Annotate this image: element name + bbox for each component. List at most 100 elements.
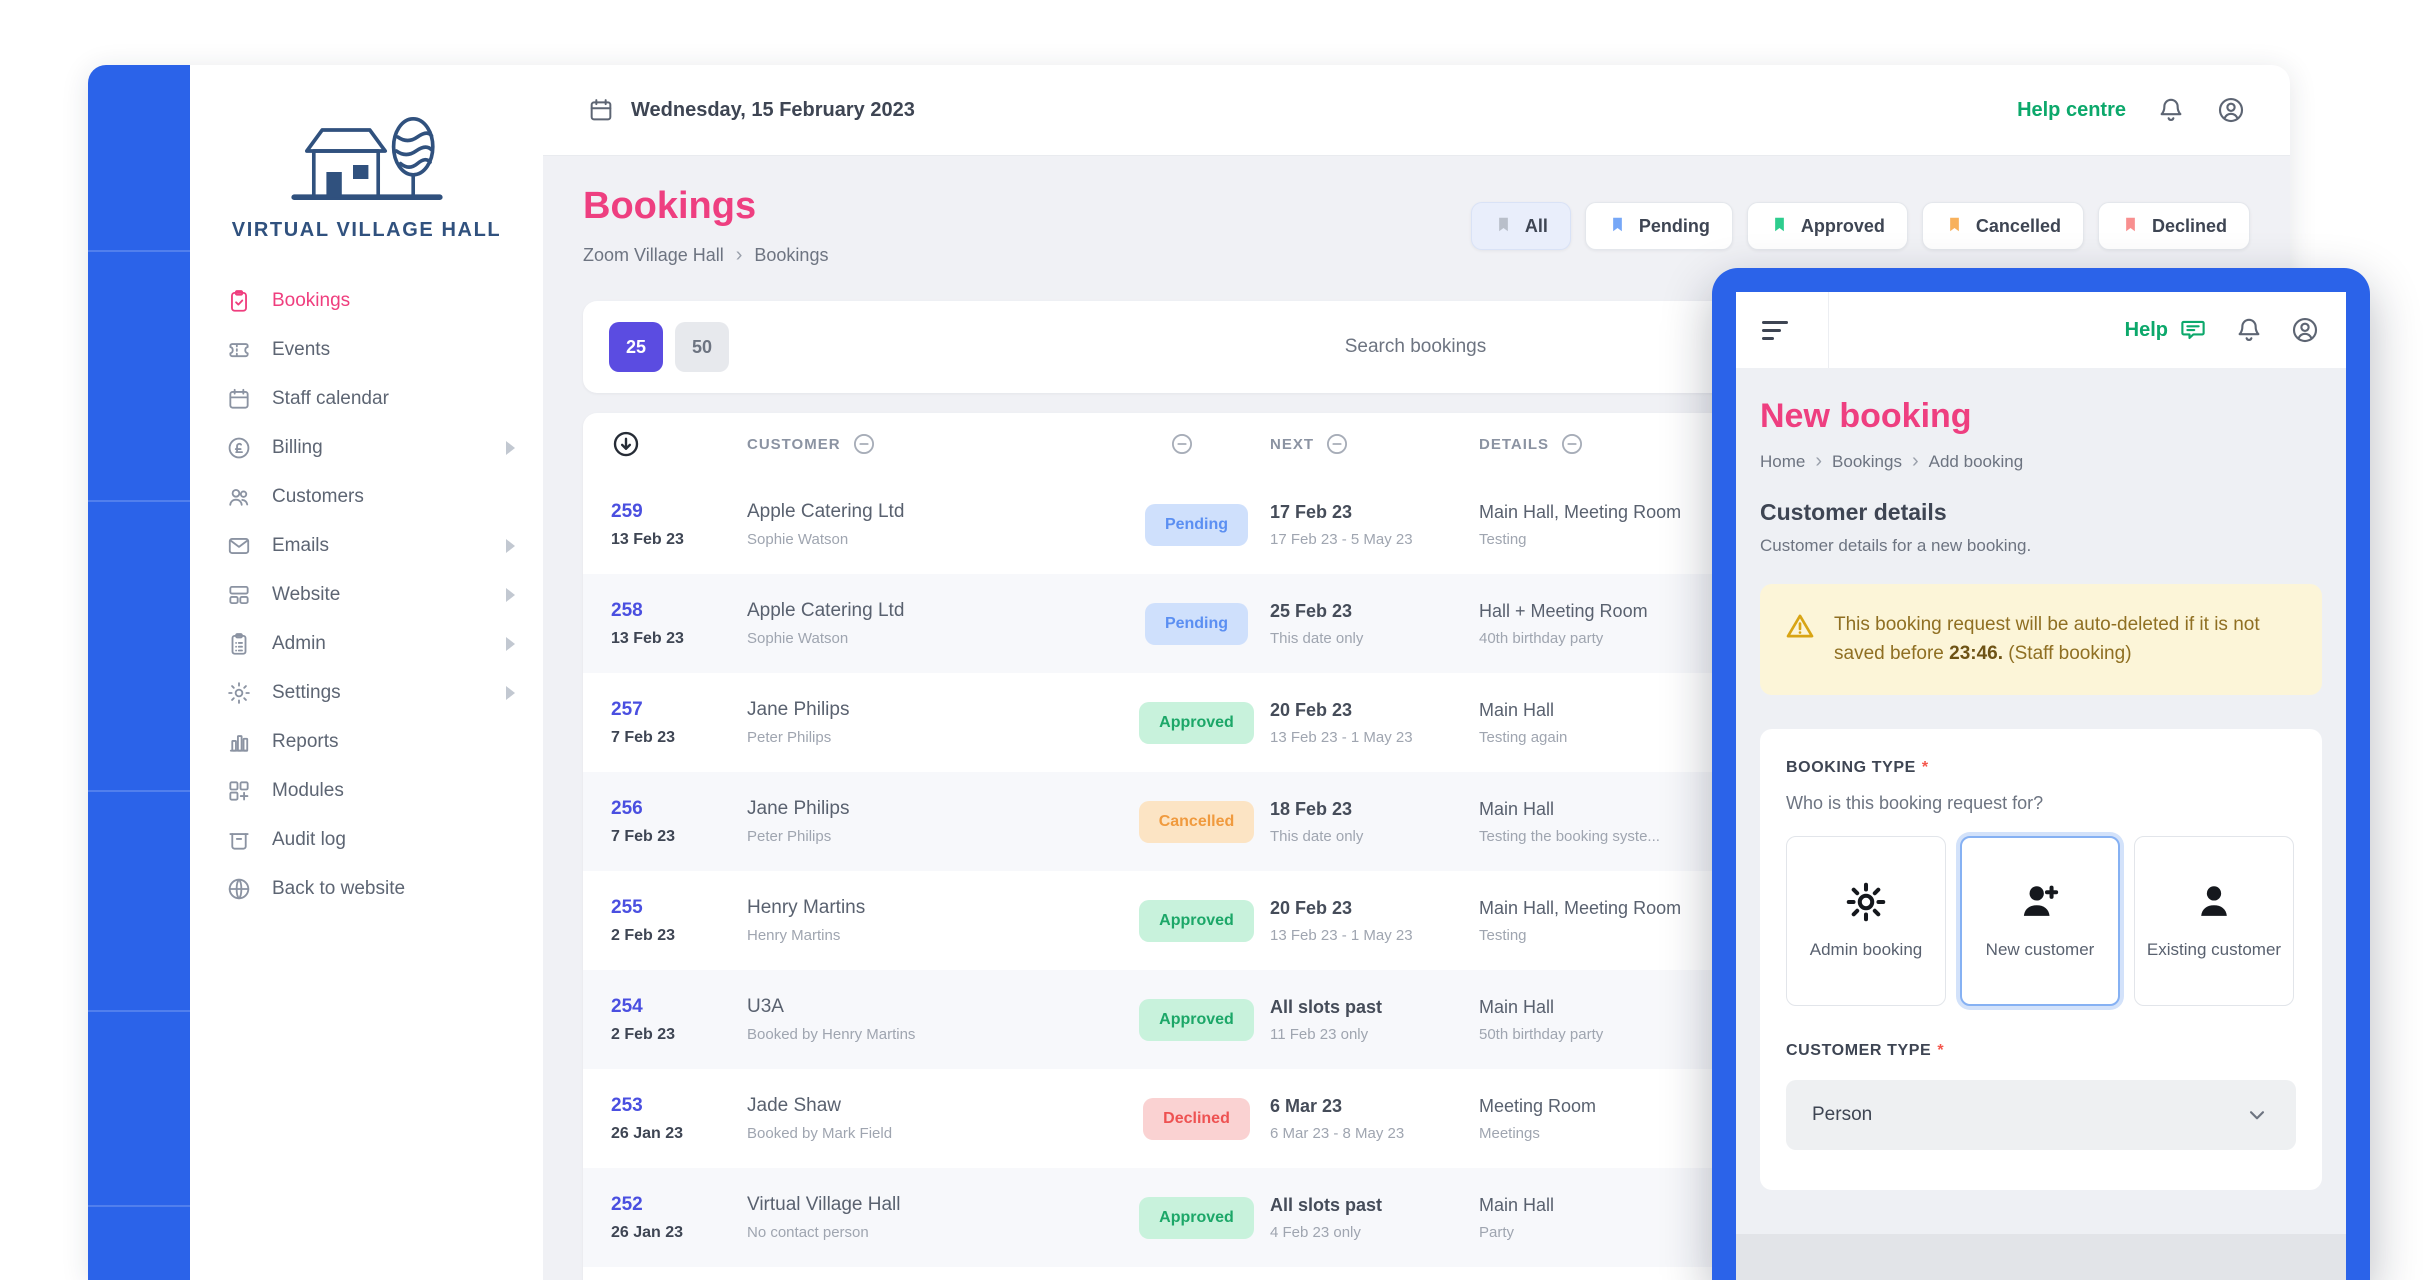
next-cell: All slots past11 Feb 23 only [1270,997,1479,1043]
booking-type-label: Booking type* [1786,759,2296,777]
next-cell: 20 Feb 2313 Feb 23 - 1 May 23 [1270,898,1479,944]
gear-solid-icon [1844,880,1888,924]
filter-chip-all[interactable]: All [1471,202,1571,250]
sidebar-item-audit-log[interactable]: Audit log [226,815,543,864]
help-link[interactable]: Help [2125,315,2208,345]
bell-icon[interactable] [2156,95,2186,125]
rail-divider [88,790,190,792]
status-badge: Approved [1139,1197,1254,1239]
column-header-next: NEXT [1270,436,1314,453]
customer-type-label: Customer type* [1786,1042,2296,1060]
collapse-column-icon[interactable] [1169,431,1195,457]
filter-chip-cancelled[interactable]: Cancelled [1922,202,2084,250]
status-cell: Approved [1123,1197,1270,1239]
filter-chip-pending[interactable]: Pending [1585,202,1733,250]
status-cell: Approved [1123,900,1270,942]
help-centre-link[interactable]: Help centre [2017,99,2126,122]
expand-chevron-icon [506,588,515,602]
bookmark-icon [1608,215,1627,237]
envelope-icon [226,533,252,559]
bookmark-icon [1770,215,1789,237]
decorative-blue-rail [88,65,190,1280]
bell-icon[interactable] [2234,315,2264,345]
customer-type-select[interactable]: Person [1786,1080,2296,1150]
sidebar-item-settings[interactable]: Settings [226,668,543,717]
sidebar-item-events[interactable]: Events [226,325,543,374]
customer-cell: Apple Catering LtdSophie Watson [747,600,1123,647]
modal-body: New booking Home › Bookings › Add bookin… [1736,368,2346,1234]
people-icon [226,484,252,510]
status-filters: All Pending Approved Cancelled Declined [1471,202,2250,250]
person-plus-icon [2018,880,2062,924]
user-avatar-icon[interactable] [2290,315,2320,345]
customer-cell: Henry MartinsHenry Martins [747,897,1123,944]
expand-chevron-icon [506,686,515,700]
collapse-column-icon[interactable] [851,431,877,457]
breadcrumb-item[interactable]: Bookings [1832,452,1902,472]
modal-title: New booking [1760,396,2322,436]
option-admin-booking[interactable]: Admin booking [1786,836,1946,1006]
chevron-down-icon [2244,1102,2270,1128]
status-cell: Pending [1123,603,1270,645]
collapse-column-icon[interactable] [1559,431,1585,457]
option-new-customer[interactable]: New customer [1960,836,2120,1006]
rail-divider [88,500,190,502]
clipboard-check-icon [226,288,252,314]
column-header-details: DETAILS [1479,436,1549,453]
calendar-icon [226,386,252,412]
status-badge: Declined [1143,1098,1250,1140]
booking-id-cell: 25326 Jan 23 [611,1095,747,1143]
sidebar-item-back-to-website[interactable]: Back to website [226,864,543,913]
house-tree-logo-icon [283,107,451,209]
next-cell: 20 Feb 2313 Feb 23 - 1 May 23 [1270,700,1479,746]
sidebar-item-billing[interactable]: Billing [226,423,543,472]
modal-toolbar: Help [1736,292,2346,368]
booking-type-question: Who is this booking request for? [1786,793,2296,814]
sidebar-item-website[interactable]: Website [226,570,543,619]
column-header-customer: CUSTOMER [747,436,841,453]
collapse-column-icon[interactable] [1324,431,1350,457]
customer-cell: Apple Catering LtdSophie Watson [747,501,1123,548]
status-badge: Pending [1145,603,1248,645]
expand-chevron-icon [506,637,515,651]
breadcrumb-item[interactable]: Bookings [754,245,828,266]
sidebar-item-bookings[interactable]: Bookings [226,276,543,325]
select-value: Person [1812,1104,1872,1126]
booking-id-cell: 2567 Feb 23 [611,798,747,846]
modules-icon [226,778,252,804]
page-title: Bookings [583,184,828,228]
chevron-right-icon: › [1912,450,1919,473]
customer-cell: Jade ShawBooked by Mark Field [747,1095,1123,1142]
sidebar-item-customers[interactable]: Customers [226,472,543,521]
booking-type-options: Admin booking New customer Existing cust… [1786,836,2296,1006]
current-date: Wednesday, 15 February 2023 [587,96,915,124]
bookmark-icon [2121,215,2140,237]
chevron-right-icon: › [1815,450,1822,473]
breadcrumb-item[interactable]: Add booking [1929,452,2024,472]
topbar: Wednesday, 15 February 2023 Help centre [543,65,2290,156]
sidebar-item-admin[interactable]: Admin [226,619,543,668]
required-asterisk: * [1937,1042,1944,1059]
breadcrumb-item[interactable]: Zoom Village Hall [583,245,724,266]
customer-cell: U3ABooked by Henry Martins [747,996,1123,1043]
user-avatar-icon[interactable] [2216,95,2246,125]
bar-chart-icon [226,729,252,755]
bookmark-icon [1494,215,1513,237]
filter-chip-declined[interactable]: Declined [2098,202,2250,250]
sidebar-item-staff-calendar[interactable]: Staff calendar [226,374,543,423]
breadcrumb-item[interactable]: Home [1760,452,1805,472]
sidebar-item-emails[interactable]: Emails [226,521,543,570]
new-booking-modal: Help New booking Home › Bookings › [1712,268,2370,1280]
sidebar-item-modules[interactable]: Modules [226,766,543,815]
menu-icon[interactable] [1762,321,1788,340]
sidebar-item-reports[interactable]: Reports [226,717,543,766]
option-existing-customer[interactable]: Existing customer [2134,836,2294,1006]
toolbar-divider [1828,292,1829,368]
globe-icon [226,876,252,902]
clipboard-list-icon [226,631,252,657]
filter-chip-approved[interactable]: Approved [1747,202,1908,250]
sort-descending-icon[interactable] [611,429,641,459]
booking-id-cell: 2577 Feb 23 [611,699,747,747]
required-asterisk: * [1922,759,1929,776]
chevron-right-icon: › [736,244,743,267]
